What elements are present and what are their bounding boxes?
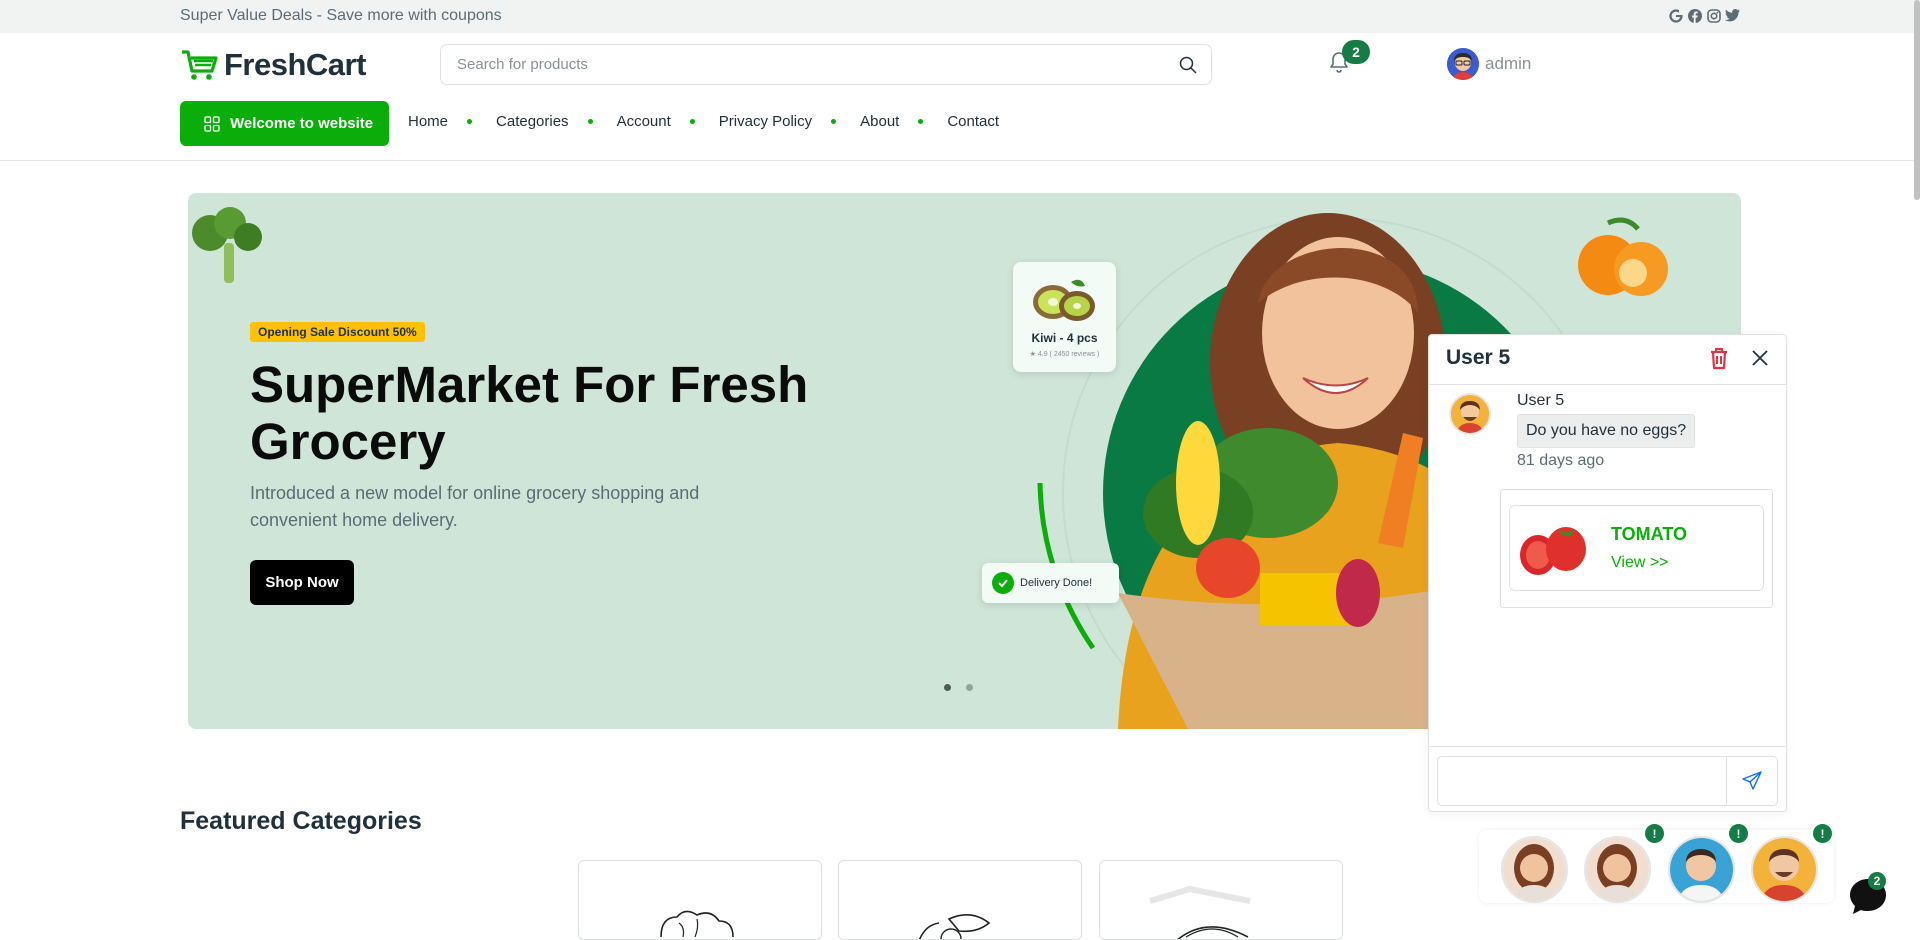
nav-categories-label: Categories bbox=[496, 113, 569, 130]
nav-about[interactable]: About bbox=[860, 113, 947, 130]
trash-icon[interactable] bbox=[1709, 347, 1729, 370]
messenger-launcher[interactable]: 2 bbox=[1846, 872, 1890, 923]
top-bar: Super Value Deals - Save more with coupo… bbox=[0, 0, 1920, 33]
sale-badge: Opening Sale Discount 50% bbox=[250, 322, 425, 342]
social-links bbox=[1668, 8, 1740, 23]
search-icon[interactable] bbox=[1179, 56, 1197, 74]
search-input[interactable] bbox=[457, 56, 1157, 73]
category-card[interactable] bbox=[578, 860, 822, 940]
chat-header: User 5 bbox=[1429, 335, 1786, 385]
featured-categories-title: Featured Categories bbox=[180, 807, 422, 835]
chat-head-avatar[interactable] bbox=[1501, 836, 1568, 903]
hero-description: Introduced a new model for online grocer… bbox=[250, 483, 700, 530]
facebook-icon[interactable] bbox=[1687, 8, 1702, 23]
kiwi-title: Kiwi - 4 pcs bbox=[1031, 331, 1098, 345]
unread-alert-badge: ! bbox=[1729, 824, 1748, 843]
kiwi-product-card[interactable]: Kiwi - 4 pcs ★ 4.9 ( 2450 reviews ) bbox=[1013, 262, 1116, 372]
chat-head-avatar[interactable] bbox=[1668, 836, 1735, 903]
message-bubble: Do you have no eggs? bbox=[1517, 414, 1696, 448]
unread-alert-badge: ! bbox=[1813, 824, 1832, 843]
slider-dots bbox=[944, 684, 973, 691]
search-box[interactable] bbox=[440, 44, 1212, 85]
nav-dot bbox=[689, 119, 695, 124]
chat-window: User 5 User 5 Do you have no eggs? 81 da… bbox=[1428, 334, 1787, 812]
chat-head-avatar[interactable] bbox=[1751, 836, 1818, 903]
message-timestamp: 81 days ago bbox=[1517, 452, 1605, 469]
nav-privacy-policy[interactable]: Privacy Policy bbox=[719, 113, 860, 130]
nav-about-label: About bbox=[860, 113, 900, 130]
unread-alert-badge: ! bbox=[1645, 824, 1664, 843]
product-view-link[interactable]: View >> bbox=[1611, 554, 1669, 572]
instagram-icon[interactable] bbox=[1706, 8, 1721, 23]
nav-home-label: Home bbox=[408, 113, 449, 130]
category-image bbox=[660, 910, 734, 938]
nav-privacy-label: Privacy Policy bbox=[718, 113, 813, 130]
hero-title: SuperMarket For Fresh Grocery bbox=[250, 356, 809, 470]
nav-contact[interactable]: Contact bbox=[947, 113, 999, 130]
notifications[interactable]: 2 bbox=[1327, 40, 1370, 79]
chat-heads-tray: ! ! ! bbox=[1479, 824, 1834, 903]
nav-dot bbox=[467, 119, 473, 124]
close-icon[interactable] bbox=[1751, 349, 1769, 367]
sender-avatar bbox=[1449, 393, 1491, 435]
cart-logo-icon bbox=[182, 50, 218, 80]
category-card[interactable] bbox=[838, 860, 1082, 940]
send-button[interactable] bbox=[1726, 756, 1778, 806]
message-sender: User 5 bbox=[1517, 392, 1565, 409]
check-icon bbox=[992, 572, 1014, 594]
chat-divider bbox=[1429, 746, 1786, 747]
promo-text: Super Value Deals - Save more with coupo… bbox=[180, 7, 502, 24]
welcome-button[interactable]: Welcome to website bbox=[180, 101, 389, 146]
send-icon[interactable] bbox=[1742, 771, 1762, 791]
category-card[interactable] bbox=[1099, 860, 1343, 940]
grid-icon bbox=[204, 115, 220, 132]
nav-categories[interactable]: Categories bbox=[496, 113, 617, 130]
logo[interactable]: FreshCart bbox=[180, 47, 366, 83]
chat-head-avatar[interactable] bbox=[1584, 836, 1651, 903]
google-icon[interactable] bbox=[1668, 8, 1683, 23]
logo-text: FreshCart bbox=[224, 47, 366, 82]
chat-message-input[interactable] bbox=[1437, 756, 1727, 806]
username[interactable]: admin bbox=[1485, 54, 1531, 74]
product-card[interactable]: TOMATO View >> bbox=[1500, 489, 1773, 608]
category-image bbox=[918, 914, 991, 939]
avatar[interactable] bbox=[1447, 48, 1479, 80]
oranges-image bbox=[1578, 217, 1668, 296]
delivery-text: Delivery Done! bbox=[1020, 577, 1093, 589]
kiwi-image bbox=[1033, 279, 1095, 321]
twitter-icon[interactable] bbox=[1725, 8, 1740, 23]
shop-now-button[interactable]: Shop Now bbox=[250, 560, 354, 605]
site-header: FreshCart 2 admin Welcome to website Hom… bbox=[0, 33, 1920, 161]
delivery-badge: Delivery Done! bbox=[982, 563, 1119, 603]
nav-home[interactable]: Home bbox=[408, 113, 496, 130]
welcome-label: Welcome to website bbox=[230, 115, 374, 132]
nav-dot bbox=[918, 119, 924, 124]
page-scrollbar[interactable] bbox=[1914, 0, 1920, 200]
messenger-badge: 2 bbox=[1868, 872, 1886, 890]
notification-badge: 2 bbox=[1342, 40, 1370, 64]
nav-contact-label: Contact bbox=[947, 113, 1000, 130]
broccoli-image bbox=[192, 207, 262, 283]
nav-account-label: Account bbox=[616, 113, 671, 130]
product-card-inner: TOMATO View >> bbox=[1509, 505, 1764, 591]
chat-title: User 5 bbox=[1446, 346, 1511, 369]
category-image bbox=[1149, 885, 1251, 939]
nav-account[interactable]: Account bbox=[617, 113, 719, 130]
kiwi-rating: ★ 4.9 ( 2450 reviews ) bbox=[1029, 351, 1100, 358]
tomato-image bbox=[1520, 527, 1586, 575]
nav-dot bbox=[587, 119, 593, 124]
slide-dot-2[interactable] bbox=[966, 684, 973, 691]
nav-dot bbox=[831, 119, 837, 124]
main-nav: Home Categories Account Privacy Policy A… bbox=[408, 113, 999, 130]
user-menu[interactable]: admin bbox=[1447, 48, 1531, 80]
slide-dot-1[interactable] bbox=[944, 684, 951, 691]
product-name: TOMATO bbox=[1611, 524, 1687, 544]
